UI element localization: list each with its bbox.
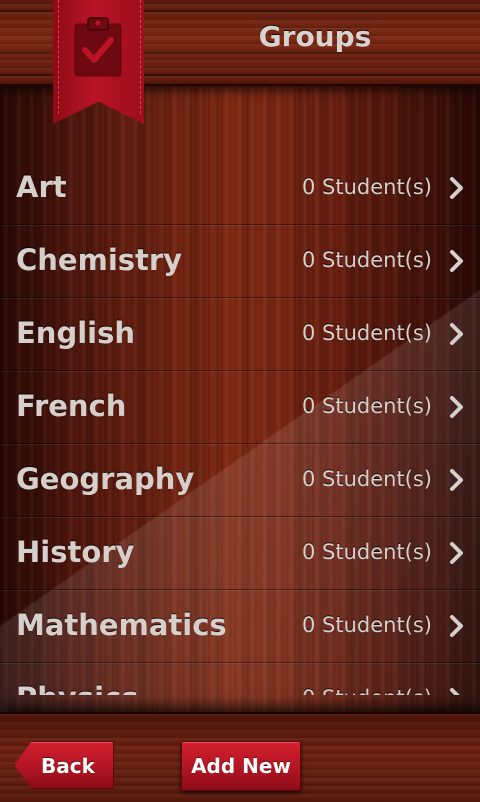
student-count: 0 Student(s) [301, 175, 432, 199]
chevron-right-icon [450, 542, 463, 564]
group-name: Chemistry [16, 243, 183, 277]
student-count: 0 Student(s) [301, 540, 432, 564]
group-row[interactable]: Chemistry 0 Student(s) [0, 225, 480, 298]
group-row[interactable]: History 0 Student(s) [0, 517, 480, 590]
group-row[interactable]: Physics 0 Student(s) [0, 663, 480, 695]
group-name: French [16, 389, 127, 423]
chevron-right-icon [450, 323, 463, 345]
student-count: 0 Student(s) [301, 394, 432, 418]
group-name: History [16, 535, 135, 569]
group-row[interactable]: Geography 0 Student(s) [0, 444, 480, 517]
add-new-button[interactable]: Add New [181, 741, 301, 791]
groups-list: Art 0 Student(s) Chemistry 0 Student(s) Engl… [0, 152, 480, 695]
group-row[interactable]: Mathematics 0 Student(s) [0, 590, 480, 663]
student-count: 0 Student(s) [301, 248, 432, 272]
clipboard-check-icon [74, 17, 122, 77]
chevron-right-icon [450, 250, 463, 272]
student-count: 0 Student(s) [301, 613, 432, 637]
page-title: Groups [258, 20, 372, 53]
chevron-right-icon [450, 469, 463, 491]
student-count: 0 Student(s) [301, 321, 432, 345]
group-name: English [16, 316, 136, 350]
group-name: Physics [16, 681, 138, 695]
group-row[interactable]: Art 0 Student(s) [0, 152, 480, 225]
back-button[interactable]: Back [14, 741, 114, 789]
chevron-right-icon [450, 615, 463, 637]
student-count: 0 Student(s) [302, 686, 432, 695]
group-name: Geography [16, 462, 195, 496]
group-row[interactable]: English 0 Student(s) [0, 298, 480, 371]
group-name: Mathematics [16, 608, 227, 642]
chevron-right-icon [450, 396, 463, 418]
chevron-right-icon [450, 688, 460, 695]
chevron-right-icon [450, 177, 463, 199]
group-row[interactable]: French 0 Student(s) [0, 371, 480, 444]
group-name: Art [16, 170, 67, 204]
student-count: 0 Student(s) [301, 467, 432, 491]
